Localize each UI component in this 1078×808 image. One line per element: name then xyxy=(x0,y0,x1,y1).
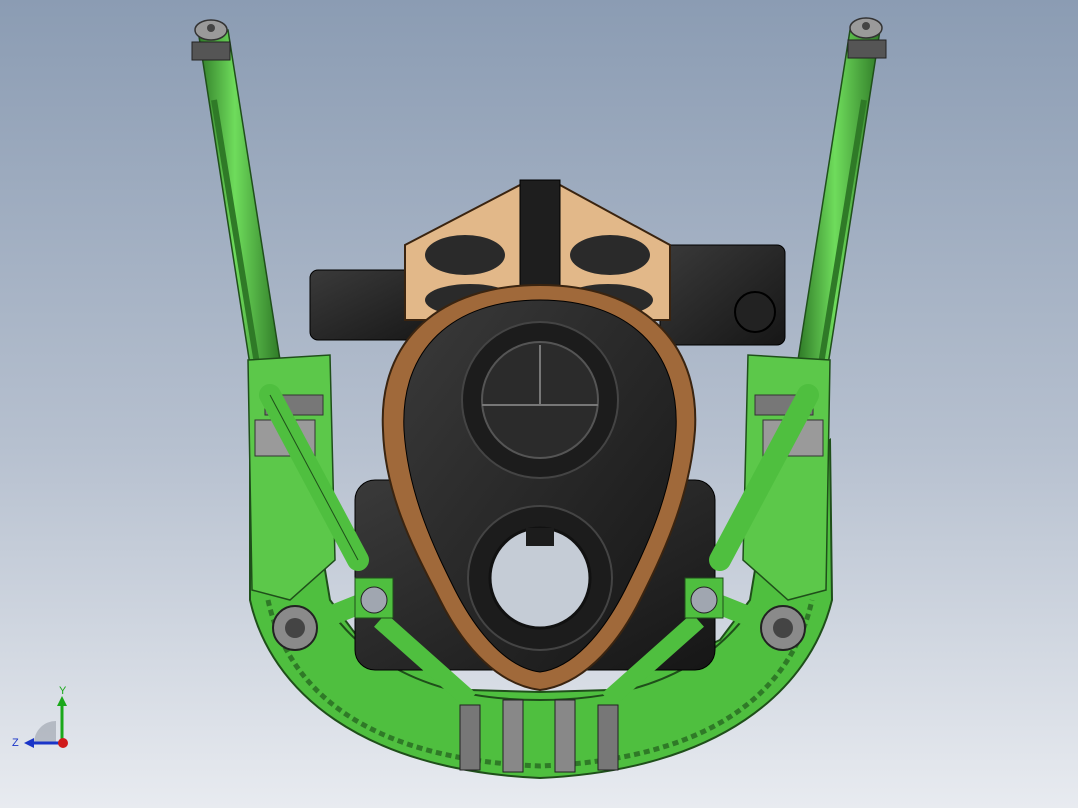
left-roll-tube xyxy=(191,19,281,371)
x-axis-dot-icon xyxy=(58,738,68,748)
right-roll-tube xyxy=(797,17,887,371)
triad-plane-icon xyxy=(34,721,56,743)
y-axis-arrowhead-icon xyxy=(57,696,67,706)
z-axis-label: Z xyxy=(12,737,19,749)
z-axis-arrowhead-icon xyxy=(24,738,34,748)
cad-viewport[interactable]: Y Z xyxy=(0,0,1078,808)
view-orientation-triad: Y Z xyxy=(12,685,68,749)
engine-frame-model[interactable] xyxy=(0,0,1078,808)
y-axis-label: Y xyxy=(59,685,67,697)
